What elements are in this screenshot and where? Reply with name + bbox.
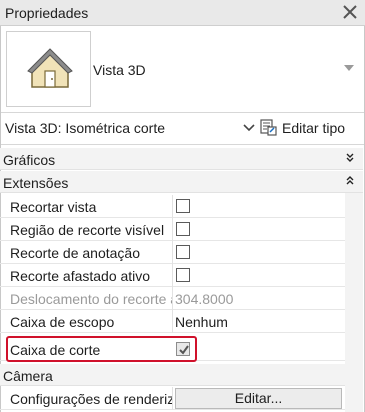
deslocamento-value: 304.8000: [175, 291, 234, 307]
dropdown-arrow-icon[interactable]: [344, 64, 354, 72]
property-name: Recortar vista: [10, 199, 97, 215]
column-divider: [172, 387, 173, 410]
column-divider: [172, 195, 173, 218]
highlight-frame: [6, 336, 197, 362]
edit-type-button[interactable]: Editar tipo: [260, 117, 345, 139]
divider: [1, 144, 364, 145]
collapse-icon[interactable]: [346, 176, 354, 186]
editar-button[interactable]: Editar...: [175, 388, 342, 409]
property-name: Caixa de escopo: [10, 314, 115, 330]
column-divider: [172, 264, 173, 287]
group-label: Gráficos: [3, 152, 56, 168]
group-label: Câmera: [3, 368, 53, 384]
property-row-recortar-vista: Recortar vista: [0, 195, 363, 218]
column-divider: [172, 310, 173, 333]
chevron-down-icon[interactable]: [243, 124, 255, 132]
instance-selector-row: Vista 3D: Isométrica corte Editar tipo: [1, 113, 364, 143]
regiao-recorte-checkbox[interactable]: [176, 222, 190, 236]
column-divider: [172, 218, 173, 241]
property-name: Deslocamento do recorte afastado: [10, 291, 172, 307]
group-camera[interactable]: Câmera: [0, 364, 363, 386]
type-name: Vista 3D: [93, 62, 146, 78]
property-name: Região de recorte visível: [10, 222, 165, 238]
property-name: Configurações de renderização: [10, 391, 172, 407]
close-icon[interactable]: [340, 2, 360, 22]
properties-title-bar: Propriedades: [0, 0, 365, 26]
caixa-escopo-value[interactable]: Nenhum: [175, 314, 228, 330]
house-3d-icon: [27, 48, 73, 88]
property-row-recorte-anotacao: Recorte de anotação: [0, 241, 363, 264]
type-selector[interactable]: Vista 3D: [1, 27, 364, 111]
group-extensoes[interactable]: Extensões: [0, 171, 363, 193]
type-thumbnail: [6, 31, 91, 107]
recortar-vista-checkbox[interactable]: [176, 199, 190, 213]
panel-title: Propriedades: [5, 5, 89, 21]
group-graficos[interactable]: Gráficos: [0, 148, 363, 170]
property-name: Recorte de anotação: [10, 245, 140, 261]
edit-type-icon: [260, 119, 277, 136]
recorte-anotacao-checkbox[interactable]: [176, 245, 190, 259]
scrollbar[interactable]: [345, 193, 363, 412]
property-name: Recorte afastado ativo: [10, 268, 151, 284]
property-row-recorte-afastado: Recorte afastado ativo: [0, 264, 363, 287]
property-row-configuracoes-renderizacao: Configurações de renderização Editar...: [0, 387, 363, 410]
view-instance-select[interactable]: Vista 3D: Isométrica corte: [5, 120, 165, 136]
column-divider: [172, 241, 173, 264]
column-divider: [172, 287, 173, 310]
group-label: Extensões: [3, 175, 69, 191]
property-row-regiao-recorte: Região de recorte visível: [0, 218, 363, 241]
recorte-afastado-checkbox[interactable]: [176, 268, 190, 282]
property-row-deslocamento: Deslocamento do recorte afastado 304.800…: [0, 287, 363, 310]
expand-icon[interactable]: [346, 153, 354, 163]
edit-type-label: Editar tipo: [282, 120, 346, 136]
property-row-caixa-escopo: Caixa de escopo Nenhum: [0, 310, 363, 333]
